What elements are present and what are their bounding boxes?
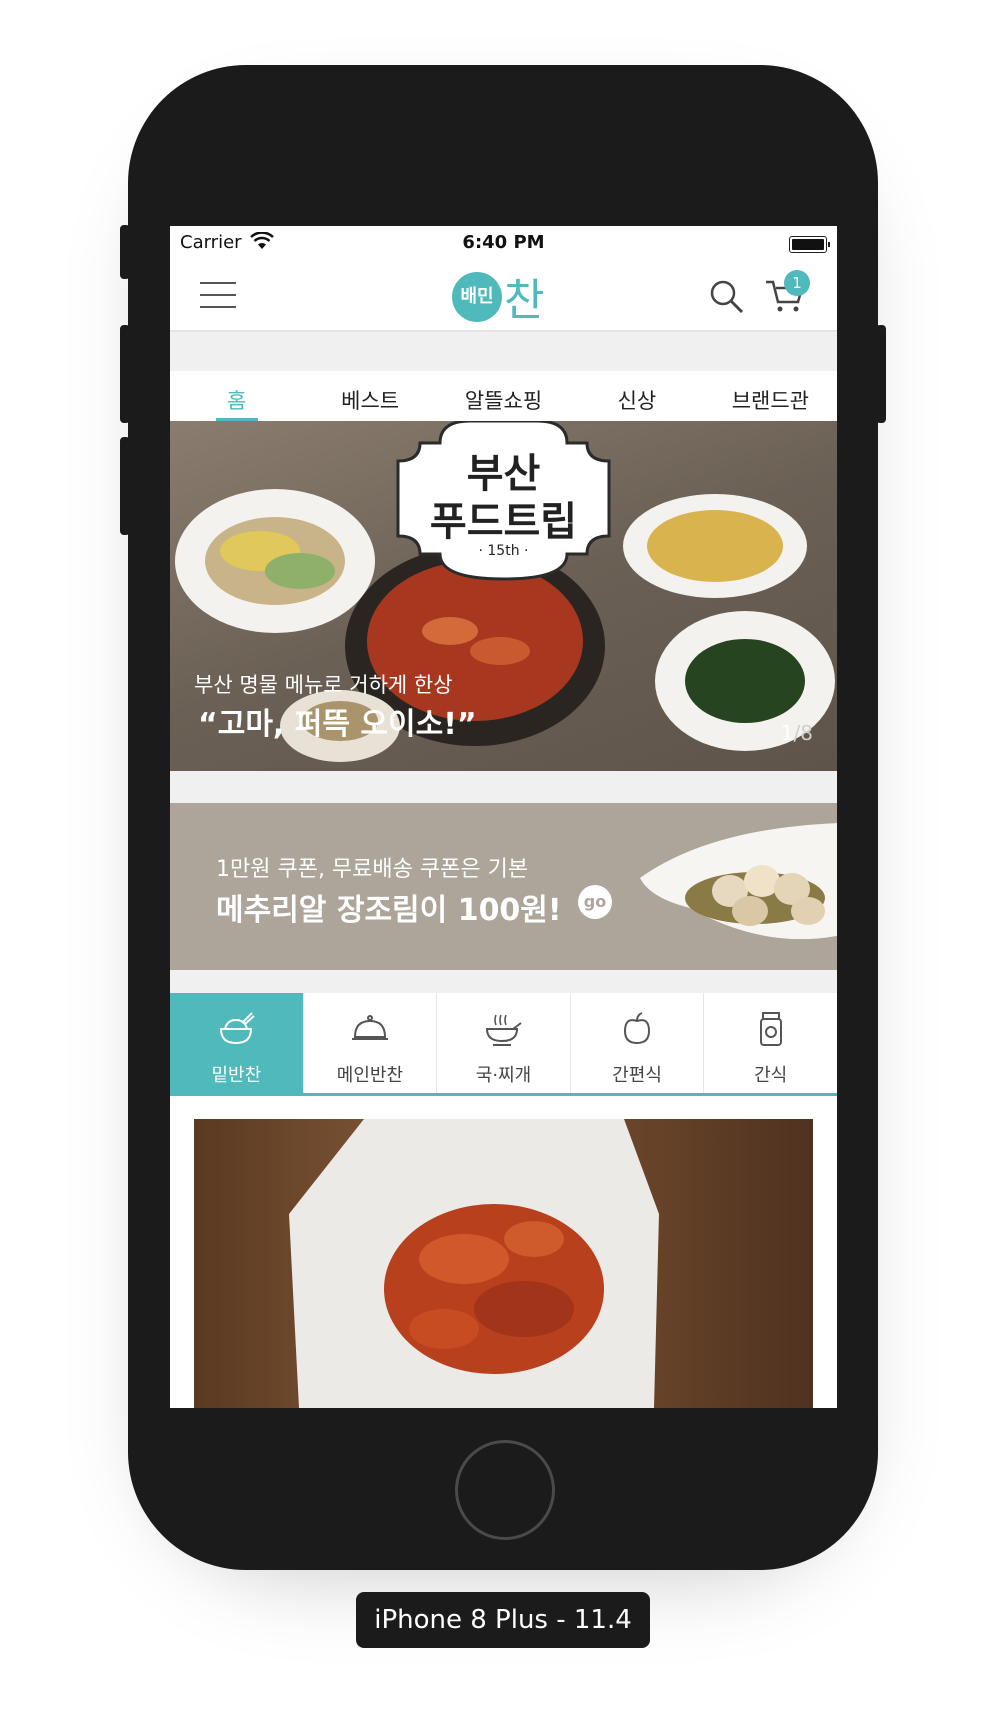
power-button (876, 325, 886, 423)
category-bar: 밑반찬 메인반찬 국·찌개 간편식 간식 (170, 993, 837, 1096)
status-bar: Carrier 6:40 PM (170, 226, 837, 260)
hamburger-menu-icon[interactable] (200, 280, 238, 310)
mute-switch (120, 225, 130, 279)
tab-bargain[interactable]: 알뜰쇼핑 (437, 371, 570, 421)
hero-page-current: 1 (780, 721, 794, 745)
battery-icon (789, 236, 830, 253)
promo-subtitle: 1만원 쿠폰, 무료배송 쿠폰은 기본 (216, 857, 529, 882)
rice-bowl-icon (220, 1012, 255, 1045)
separator-band (170, 771, 837, 803)
logo-badge[interactable]: 배민 (452, 272, 502, 322)
tab-brands[interactable]: 브랜드관 (704, 371, 837, 421)
soup-bowl-icon (486, 1014, 523, 1046)
hero-banner[interactable]: 부산 푸드트립 · 15th · 부산 명물 메뉴로 거하게 한상 “고마, 퍼… (170, 421, 837, 771)
hero-subtitle: 부산 명물 메뉴로 거하게 한상 (194, 673, 453, 697)
category-label: 메인반찬 (336, 1065, 404, 1086)
tab-home[interactable]: 홈 (170, 371, 303, 421)
separator-band (170, 970, 837, 993)
hero-badge-edition: · 15th · (478, 543, 529, 559)
jar-icon (759, 1012, 782, 1046)
app-header: 배민 찬 1 (170, 260, 837, 332)
promo-banner[interactable]: 1만원 쿠폰, 무료배송 쿠폰은 기본 메추리알 장조림이 100원! go (170, 803, 837, 970)
apple-icon (624, 1012, 651, 1045)
app-screen: Carrier 6:40 PM 배민 찬 1 홈 베스트 알뜰쇼핑 신상 브랜드… (170, 226, 837, 1408)
category-label: 간편식 (612, 1065, 662, 1086)
hero-title: “고마, 퍼뜩 오이소!” (198, 707, 477, 742)
hero-page-counter: 1/8 (781, 721, 813, 745)
category-snacks[interactable]: 간식 (704, 993, 837, 1093)
separator-band (170, 332, 837, 371)
category-label: 국·찌개 (475, 1065, 532, 1086)
volume-up-button (120, 325, 130, 423)
category-label: 간식 (754, 1065, 788, 1086)
category-label: 밑반찬 (211, 1065, 262, 1086)
cart-count-badge: 1 (784, 270, 810, 296)
category-main-dishes[interactable]: 메인반찬 (304, 993, 438, 1093)
device-label: iPhone 8 Plus - 11.4 (356, 1592, 650, 1648)
main-tabs: 홈 베스트 알뜰쇼핑 신상 브랜드관 (170, 371, 837, 421)
promo-go-button[interactable]: go (578, 885, 612, 919)
status-time: 6:40 PM (462, 232, 545, 253)
hero-badge-line2: 푸드트립 (429, 499, 578, 545)
spicy-side-dish-illustration (289, 1119, 659, 1408)
category-soups[interactable]: 국·찌개 (437, 993, 571, 1093)
product-image[interactable] (194, 1119, 813, 1408)
volume-down-button (120, 437, 130, 535)
tab-new[interactable]: 신상 (570, 371, 703, 421)
cloche-icon (351, 1015, 388, 1040)
category-side-dishes[interactable]: 밑반찬 (170, 993, 304, 1093)
hero-page-total: /8 (793, 721, 813, 745)
logo-text[interactable]: 찬 (504, 264, 544, 328)
quail-eggs-illustration (640, 823, 837, 940)
promo-title: 메추리알 장조림이 100원! (216, 893, 562, 928)
search-icon[interactable] (708, 278, 746, 316)
tab-best[interactable]: 베스트 (303, 371, 436, 421)
home-button[interactable] (455, 1440, 555, 1540)
category-convenience[interactable]: 간편식 (571, 993, 705, 1093)
